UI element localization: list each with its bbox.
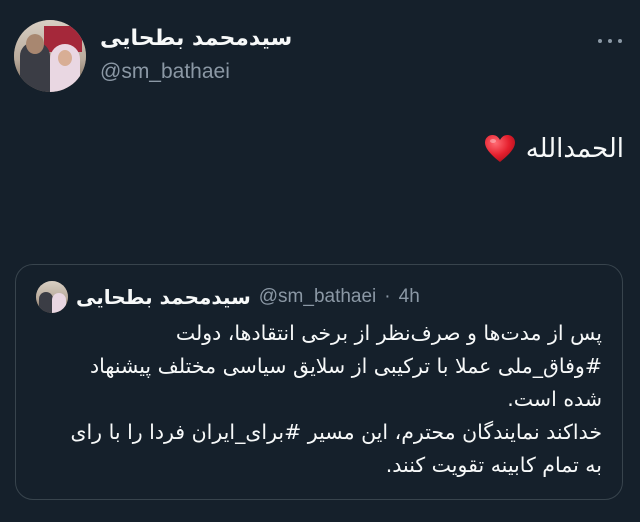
avatar-photo-person-head	[26, 34, 44, 54]
quoted-author-avatar[interactable]	[36, 281, 68, 313]
more-dot	[608, 39, 612, 43]
quoted-author-display-name[interactable]: سیدمحمد بطحایی	[76, 285, 251, 309]
quoted-avatar-child	[52, 293, 66, 313]
red-heart-icon	[484, 135, 515, 162]
quoted-tweet-text: پس از مدت‌ها و صرف‌نظر از برخی انتقادها،…	[32, 317, 602, 482]
quoted-text-line: شده است.	[507, 387, 602, 411]
quoted-text-line: به تمام کابینه تقویت کنند.	[385, 453, 602, 477]
quoted-tweet-header: سیدمحمد بطحایی @sm_bathaei · 4h	[36, 281, 420, 313]
quoted-text-line: خداکند نمایندگان محترم، این مسیر #برای_ا…	[70, 420, 602, 444]
author-handle[interactable]: @sm_bathaei	[100, 60, 230, 84]
more-dot	[598, 39, 602, 43]
quoted-timestamp[interactable]: 4h	[399, 286, 420, 308]
author-avatar[interactable]	[14, 20, 86, 92]
quoted-avatar-person	[39, 292, 53, 313]
tweet-text: الحمدالله	[484, 134, 624, 164]
more-horizontal-icon[interactable]	[598, 36, 622, 46]
tweet-text-content: الحمدالله	[525, 134, 624, 164]
quoted-text-line: پس از مدت‌ها و صرف‌نظر از برخی انتقادها،…	[175, 321, 602, 345]
author-display-name[interactable]: سیدمحمد بطحایی	[100, 26, 292, 51]
avatar-photo-child-face	[58, 50, 72, 66]
quoted-tweet-card[interactable]: سیدمحمد بطحایی @sm_bathaei · 4h پس از مد…	[15, 264, 623, 500]
more-dot	[618, 39, 622, 43]
quoted-separator: ·	[384, 286, 391, 307]
quoted-text-line: #وفاق_ملی عملا با ترکیبی از سلایق سیاسی …	[89, 354, 602, 378]
quoted-author-handle[interactable]: @sm_bathaei	[259, 286, 377, 308]
tweet-header: سیدمحمد بطحایی @sm_bathaei	[0, 0, 640, 110]
